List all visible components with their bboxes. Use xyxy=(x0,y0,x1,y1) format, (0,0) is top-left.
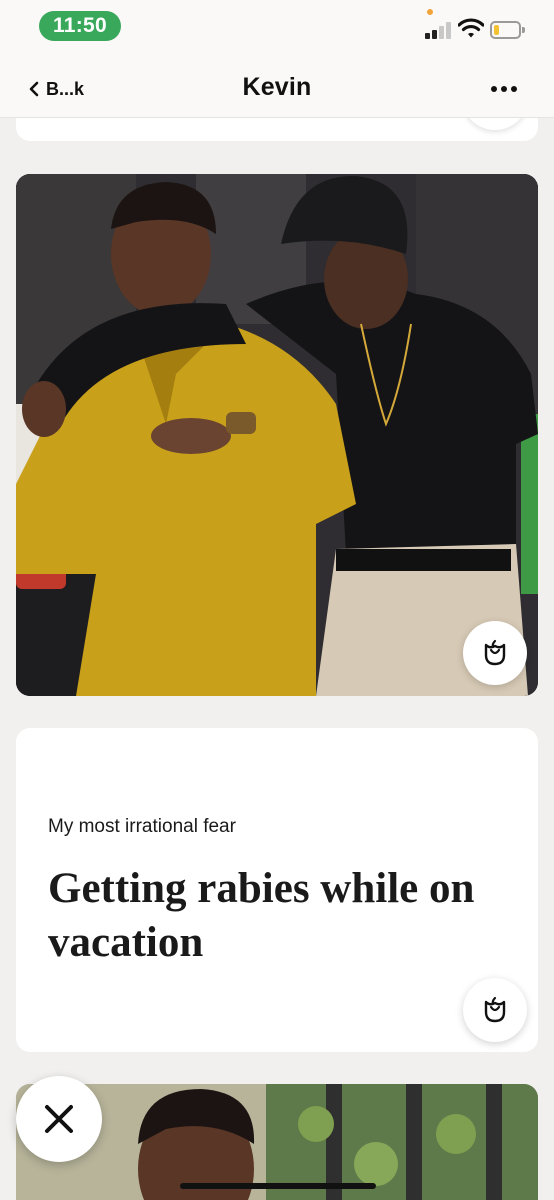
more-options-button[interactable] xyxy=(484,78,524,100)
chevron-left-icon xyxy=(29,81,39,97)
profile-photo-card[interactable] xyxy=(16,174,538,696)
like-photo-button[interactable] xyxy=(463,621,527,685)
rose-icon xyxy=(484,639,506,666)
rose-icon xyxy=(484,996,506,1023)
prompt-card[interactable]: My most irrational fear Getting rabies w… xyxy=(16,728,538,1052)
status-time: 11:50 xyxy=(39,11,121,41)
battery-icon xyxy=(490,21,526,39)
like-prompt-button[interactable] xyxy=(463,978,527,1042)
prompt-question: My most irrational fear xyxy=(48,816,236,837)
dismiss-button[interactable] xyxy=(16,1076,102,1162)
privacy-indicator-dot xyxy=(427,9,433,15)
back-label: B...k xyxy=(46,78,85,99)
cellular-signal-icon xyxy=(425,21,453,39)
prompt-answer: Getting rabies while on vacation xyxy=(48,865,475,966)
top-bar: 11:50 B...k Kevin xyxy=(0,0,554,118)
profile-photo xyxy=(16,174,538,696)
back-button[interactable]: B...k xyxy=(28,76,84,102)
home-indicator[interactable] xyxy=(180,1183,376,1189)
close-x-icon xyxy=(45,1105,73,1133)
ellipsis-icon xyxy=(491,86,497,92)
wifi-icon xyxy=(458,18,484,38)
